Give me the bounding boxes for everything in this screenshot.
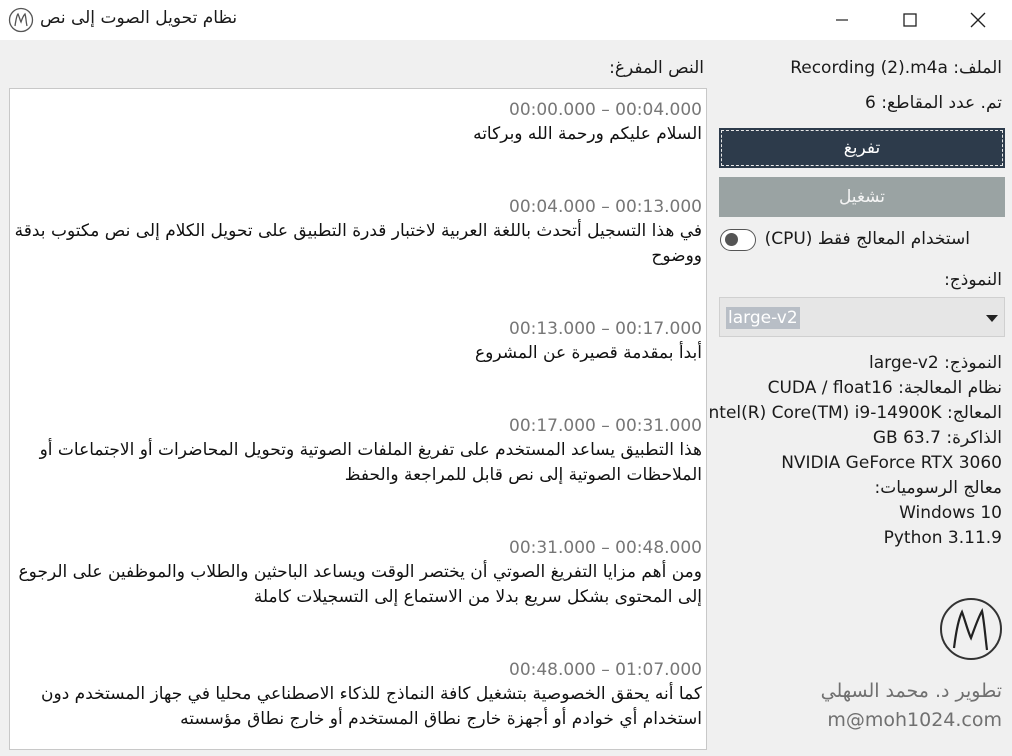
segment-text: أبدأ بمقدمة قصيرة عن المشروع: [474, 343, 702, 363]
segment-time: 00:31.000 – 00:48.000: [509, 538, 702, 558]
info-os: Windows 10: [899, 503, 1002, 523]
transcript-segment: 00:48.000 – 01:07.000 كما أنه يحقق الخصو…: [10, 658, 702, 732]
chevron-down-icon: [986, 315, 998, 322]
developer-email: m@moh1024.com: [827, 709, 1002, 731]
minimize-button[interactable]: [808, 0, 876, 40]
app-logo-icon: [8, 7, 34, 33]
segment-time: 00:00.000 – 00:04.000: [509, 100, 702, 120]
transcript-label: النص المفرغ:: [609, 58, 704, 78]
title-bar: نظام تحويل الصوت إلى نص: [0, 0, 1012, 40]
transcript-segment: 00:00.000 – 00:04.000 السلام عليكم ورحمة…: [10, 98, 702, 147]
close-icon: [970, 12, 986, 28]
segment-text: هذا التطبيق يساعد المستخدم على تفريغ الم…: [39, 440, 702, 485]
info-gpu-name: NVIDIA GeForce RTX 3060: [781, 453, 1002, 473]
segment-text: كما أنه يحقق الخصوصية بتشغيل كافة النماذ…: [41, 684, 702, 729]
cpu-only-label: استخدام المعالج فقط (CPU): [764, 229, 970, 249]
info-python: Python 3.11.9: [883, 528, 1002, 548]
segments-status: تم. عدد المقاطع: 6: [865, 93, 1002, 113]
segment-time: 00:17.000 – 00:31.000: [509, 416, 702, 436]
maximize-icon: [903, 13, 917, 27]
app-window: نظام تحويل الصوت إلى نص الملف: Recording…: [0, 0, 1012, 756]
segment-time: 00:13.000 – 00:17.000: [509, 319, 702, 339]
minimize-icon: [836, 19, 848, 21]
file-name-label: الملف: Recording (2).m4a: [790, 58, 1002, 78]
transcript-segment: 00:04.000 – 00:13.000 في هذا التسجيل أتح…: [10, 195, 702, 269]
close-button[interactable]: [944, 0, 1012, 40]
info-compute: نظام المعالجة: CUDA / float16: [767, 378, 1002, 398]
transcript-segment: 00:13.000 – 00:17.000 أبدأ بمقدمة قصيرة …: [10, 317, 702, 366]
play-button[interactable]: تشغيل: [719, 177, 1005, 217]
toggle-knob: [725, 233, 738, 246]
developer-logo-icon: [940, 598, 1002, 660]
model-label: النموذج:: [944, 270, 1002, 290]
maximize-button[interactable]: [876, 0, 944, 40]
segment-time: 00:48.000 – 01:07.000: [509, 660, 702, 680]
info-model: النموذج: large-v2: [869, 353, 1002, 373]
transcript-segment: 00:31.000 – 00:48.000 ومن أهم مزايا التف…: [10, 536, 702, 610]
segment-text: ومن أهم مزايا التفريغ الصوتي أن يختصر ال…: [18, 562, 702, 607]
segment-text: السلام عليكم ورحمة الله وبركاته: [473, 124, 702, 144]
developer-credit: تطوير د. محمد السهلي: [820, 680, 1002, 702]
info-memory: الذاكرة: 63.7 GB: [872, 428, 1002, 448]
info-cpu: المعالج: Intel(R) Core(TM) i9-14900K: [703, 403, 1003, 423]
transcript-textbox[interactable]: 00:00.000 – 00:04.000 السلام عليكم ورحمة…: [9, 88, 707, 750]
model-select-value: large-v2: [726, 307, 800, 329]
info-gpu-label: معالج الرسوميات:: [874, 478, 1003, 498]
segment-text: في هذا التسجيل أتحدث باللغة العربية لاخت…: [14, 221, 702, 266]
window-title: نظام تحويل الصوت إلى نص: [40, 8, 238, 28]
transcript-segment: 00:17.000 – 00:31.000 هذا التطبيق يساعد …: [10, 414, 702, 488]
model-select[interactable]: large-v2: [719, 297, 1005, 337]
transcribe-button[interactable]: تفريغ: [719, 128, 1005, 168]
segment-time: 00:04.000 – 00:13.000: [509, 197, 702, 217]
cpu-only-toggle[interactable]: [720, 229, 756, 251]
